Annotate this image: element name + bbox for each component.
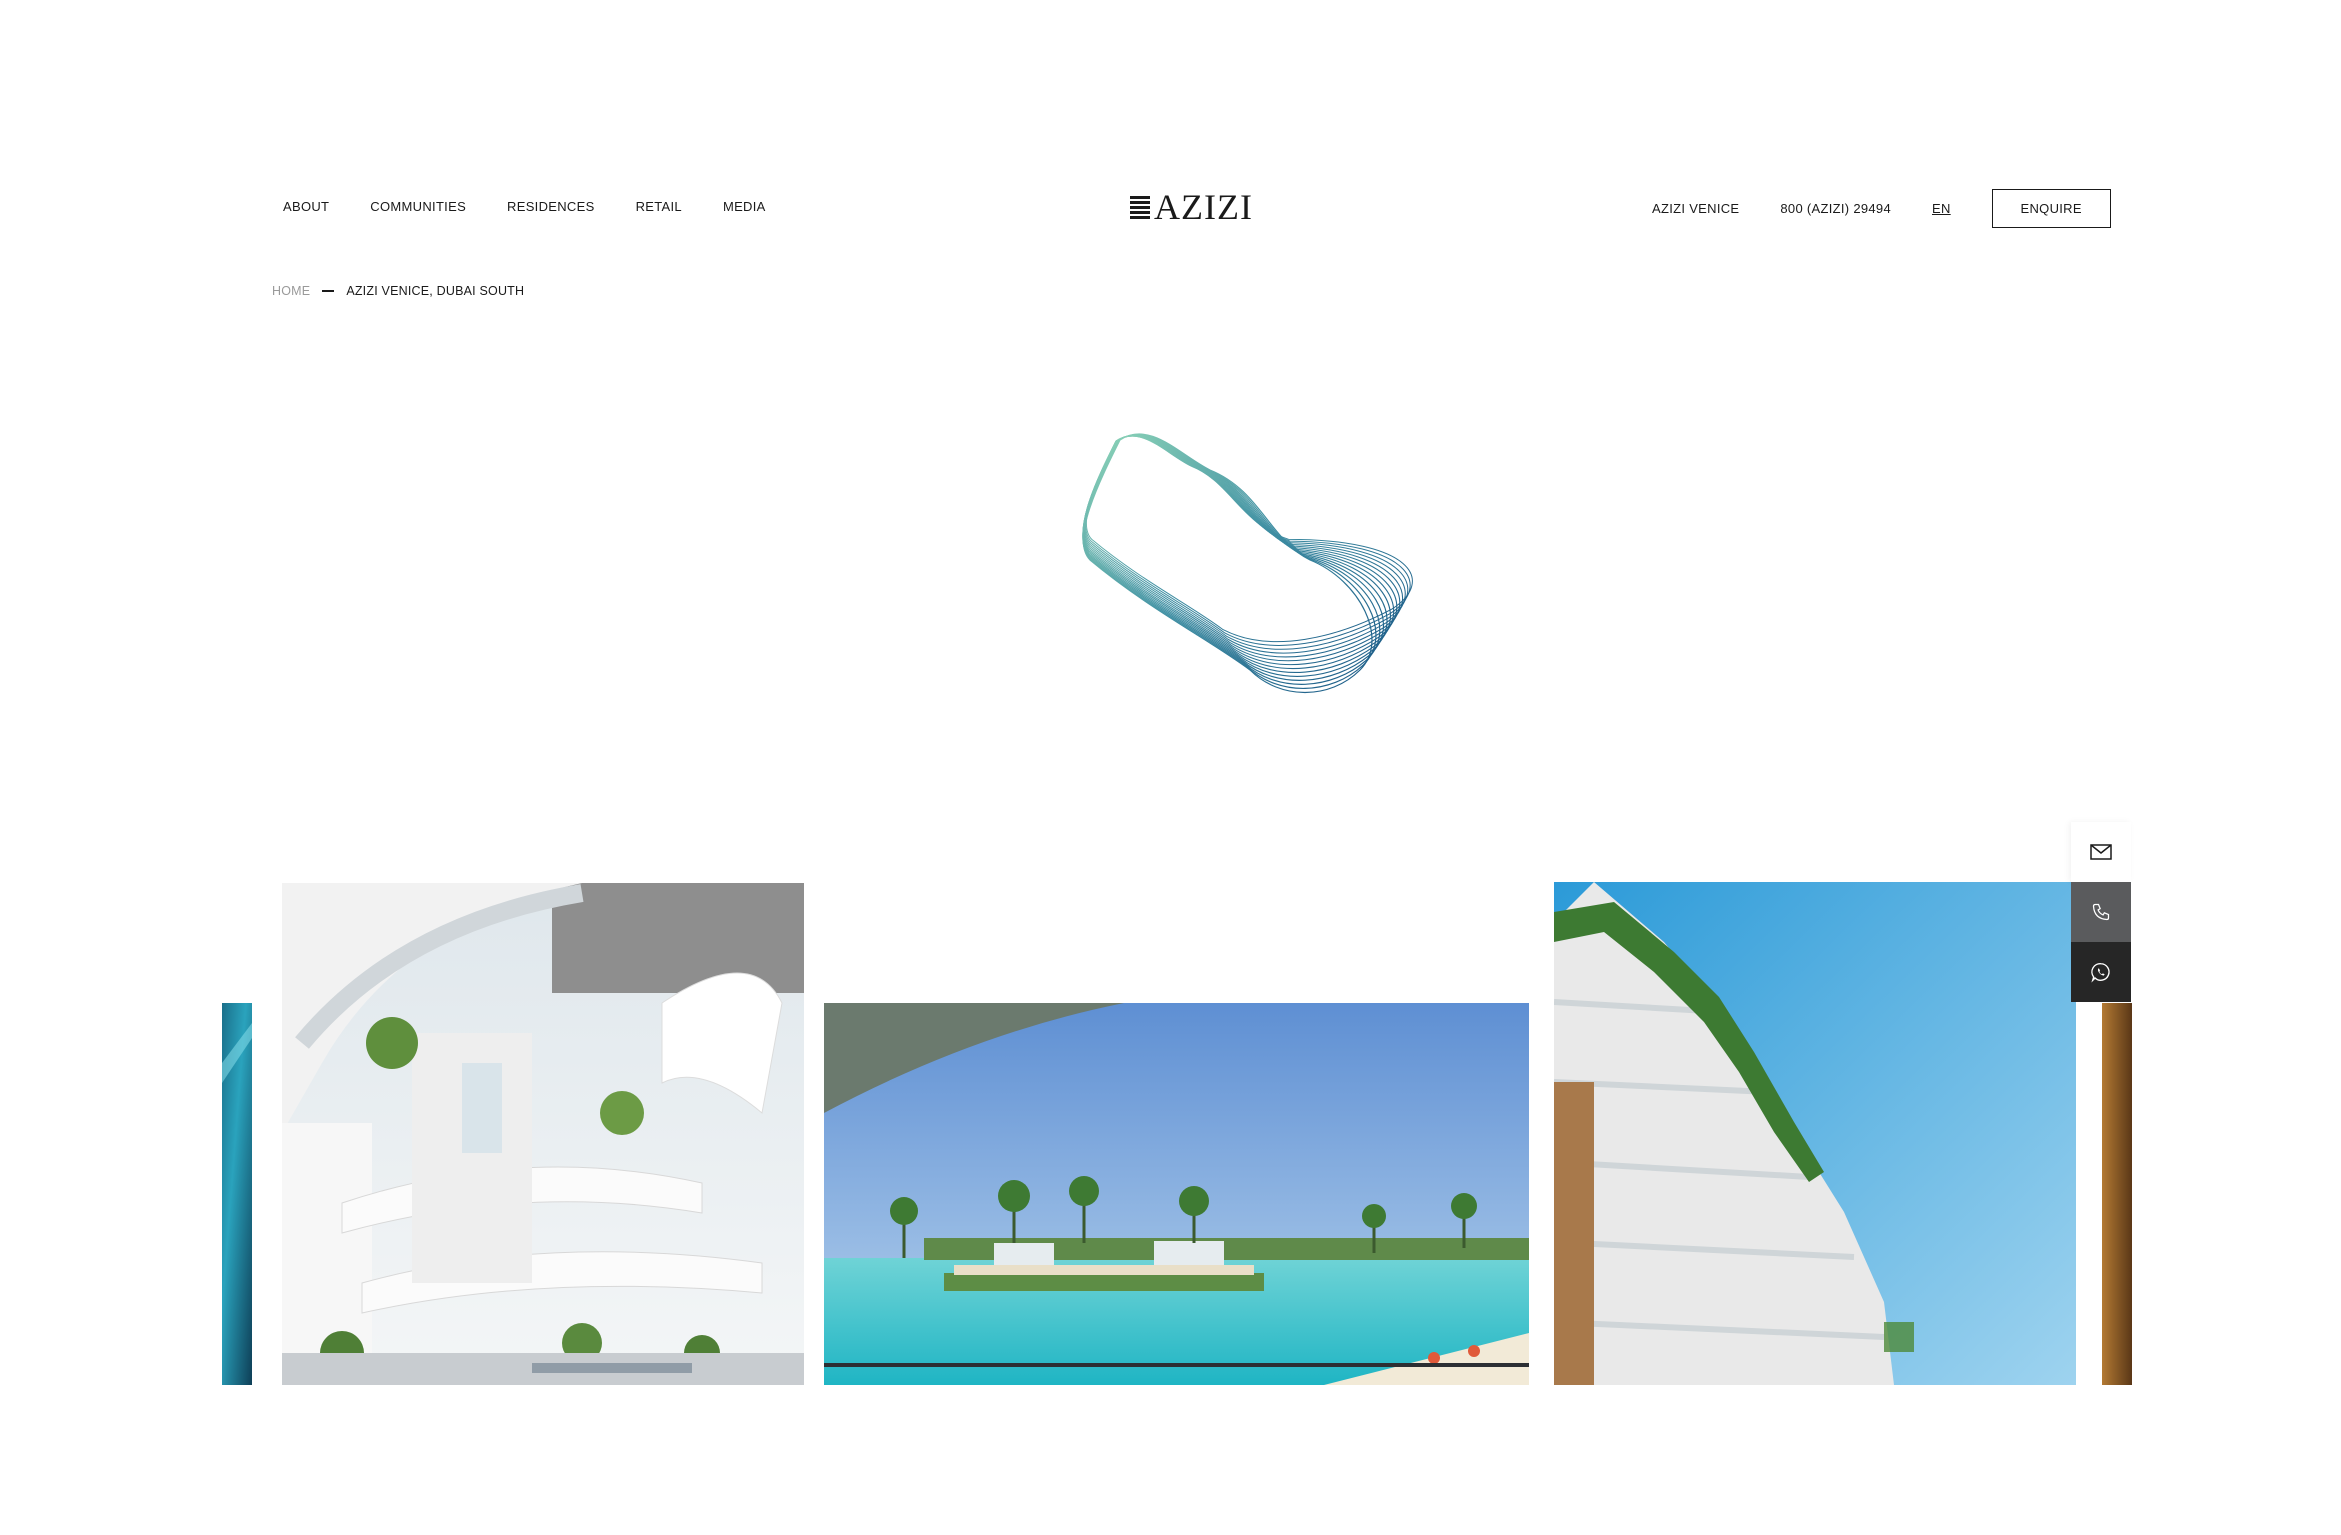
wave-ribbon-line — [1082, 434, 1385, 681]
wave-ribbon-line — [1084, 435, 1406, 654]
wood-partial-image — [2102, 1003, 2132, 1385]
whatsapp-icon — [2091, 963, 2110, 983]
breadcrumb: HOME AZIZI VENICE, DUBAI SOUTH — [272, 284, 524, 298]
terraced-tower-image — [1554, 882, 2076, 1385]
phone-link[interactable]: 800 (AZIZI) 29494 — [1780, 201, 1891, 216]
wave-ribbon-line — [1085, 435, 1411, 646]
wave-ribbon-line — [1082, 434, 1395, 669]
enquire-button[interactable]: ENQUIRE — [1991, 189, 2111, 228]
lagoon-beach-image — [824, 1003, 1529, 1385]
logo-text: AZIZI — [1154, 187, 1253, 227]
main-nav: ABOUT COMMUNITIES RESIDENCES RETAIL MEDI… — [283, 199, 766, 214]
nav-communities[interactable]: COMMUNITIES — [370, 199, 466, 214]
nav-media[interactable]: MEDIA — [723, 199, 766, 214]
atrium-interior-image — [282, 883, 804, 1385]
pool-edge-partial-image — [222, 1003, 252, 1385]
wave-ribbon-line — [1084, 435, 1409, 650]
mail-button[interactable] — [2071, 822, 2131, 882]
wave-ribbon-graphic — [1082, 433, 1413, 694]
project-link[interactable]: AZIZI VENICE — [1652, 201, 1739, 216]
nav-about[interactable]: ABOUT — [283, 199, 329, 214]
whatsapp-button[interactable] — [2071, 942, 2131, 1002]
mail-icon — [2090, 844, 2112, 860]
nav-residences[interactable]: RESIDENCES — [507, 199, 595, 214]
wave-ribbon-line — [1086, 435, 1413, 643]
breadcrumb-home[interactable]: HOME — [272, 284, 310, 298]
wave-ribbon-line — [1082, 435, 1398, 666]
azizi-logo[interactable]: AZIZI — [1130, 189, 1253, 225]
nav-retail[interactable]: RETAIL — [636, 199, 682, 214]
floating-contact-bar — [2071, 822, 2131, 1002]
wave-ribbon-line — [1083, 435, 1403, 658]
breadcrumb-current: AZIZI VENICE, DUBAI SOUTH — [346, 284, 525, 298]
logo-bars-icon — [1130, 195, 1150, 219]
phone-icon — [2092, 903, 2110, 921]
call-button[interactable] — [2071, 882, 2131, 942]
wave-ribbon-line — [1082, 434, 1391, 673]
breadcrumb-separator — [322, 290, 335, 292]
header-right: AZIZI VENICE 800 (AZIZI) 29494 EN ENQUIR… — [1652, 189, 2111, 228]
language-switcher[interactable]: EN — [1932, 201, 1951, 216]
